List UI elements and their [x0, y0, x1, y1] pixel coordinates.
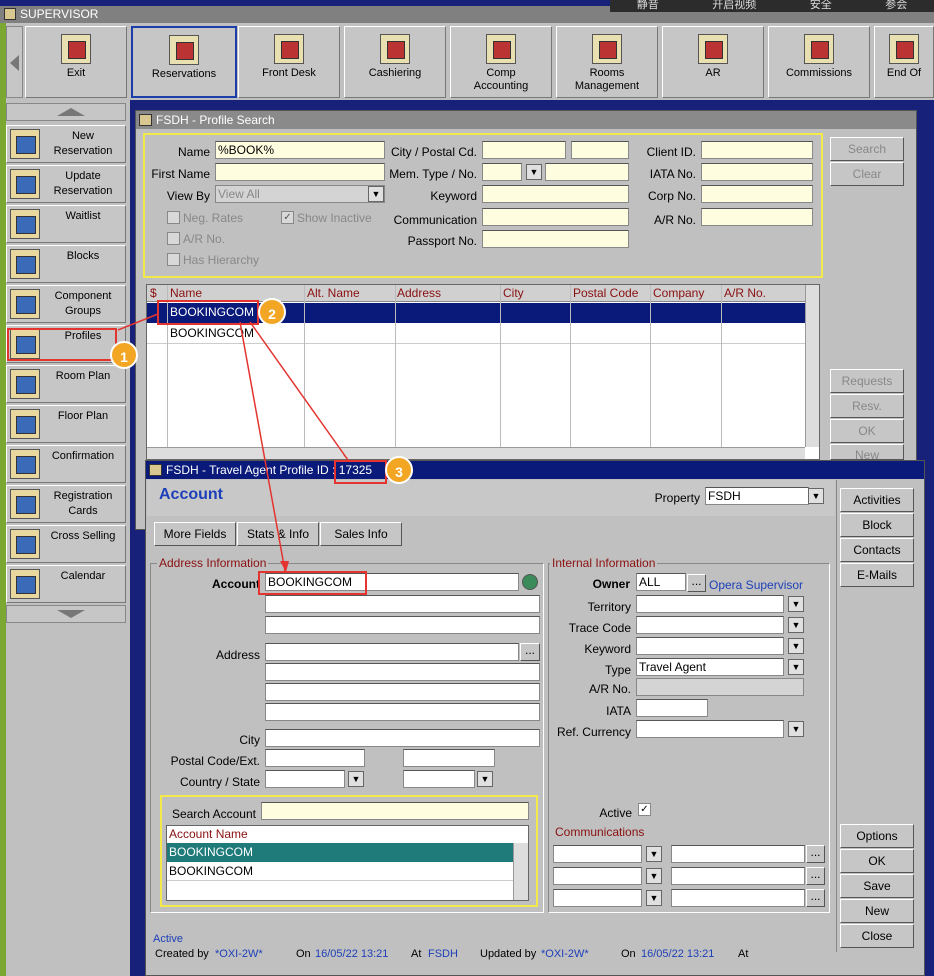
step-badge-3: 3 — [385, 456, 413, 484]
annotation-arrows — [117, 313, 350, 572]
step-badge-1: 1 — [110, 341, 138, 369]
step-badge-2: 2 — [258, 298, 286, 326]
